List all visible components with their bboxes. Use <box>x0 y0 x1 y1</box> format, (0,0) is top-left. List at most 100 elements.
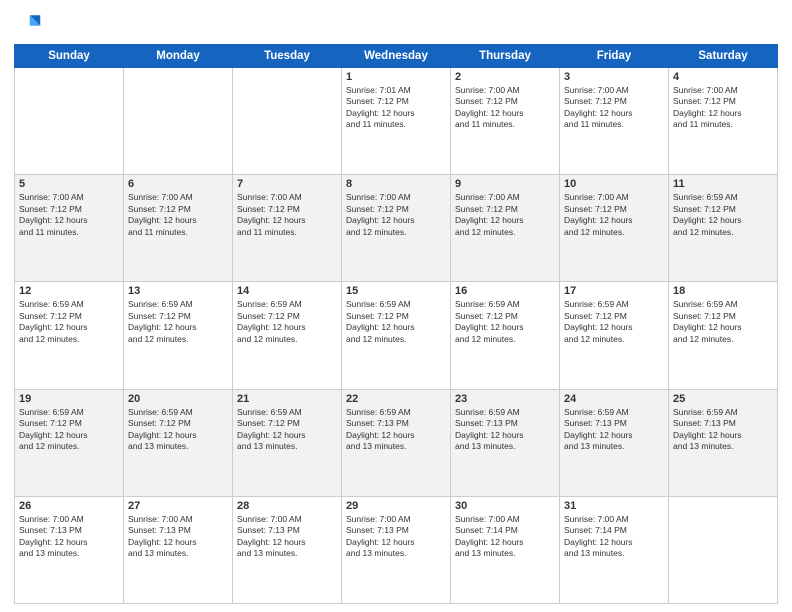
day-info: Sunrise: 7:00 AM Sunset: 7:12 PM Dayligh… <box>455 85 555 131</box>
calendar-cell: 30Sunrise: 7:00 AM Sunset: 7:14 PM Dayli… <box>451 496 560 603</box>
calendar-cell: 28Sunrise: 7:00 AM Sunset: 7:13 PM Dayli… <box>233 496 342 603</box>
day-info: Sunrise: 6:59 AM Sunset: 7:12 PM Dayligh… <box>237 299 337 345</box>
day-number: 24 <box>564 393 664 405</box>
weekday-wednesday: Wednesday <box>342 45 451 68</box>
calendar-cell: 24 Sunrise: 6:59 AM Sunset: 7:13 PM Dayli… <box>560 389 669 496</box>
weekday-saturday: Saturday <box>669 45 778 68</box>
logo <box>14 10 46 38</box>
day-info: Sunrise: 7:00 AM Sunset: 7:13 PM Dayligh… <box>237 514 337 560</box>
calendar-cell: 3Sunrise: 7:00 AM Sunset: 7:12 PM Daylig… <box>560 68 669 175</box>
weekday-monday: Monday <box>124 45 233 68</box>
calendar-cell: 16 Sunrise: 6:59 AM Sunset: 7:12 PM Dayli… <box>451 282 560 389</box>
day-number: 29 <box>346 500 446 512</box>
calendar-cell: 12 Sunrise: 6:59 AM Sunset: 7:12 PM Dayli… <box>15 282 124 389</box>
day-number: 31 <box>564 500 664 512</box>
calendar-cell: 9 Sunrise: 7:00 AM Sunset: 7:12 PM Daylig… <box>451 175 560 282</box>
day-info: Sunrise: 6:59 AM Sunset: 7:12 PM Dayligh… <box>19 299 119 345</box>
day-info: Sunrise: 7:00 AM Sunset: 7:13 PM Dayligh… <box>128 514 228 560</box>
day-number: 2 <box>455 71 555 83</box>
weekday-tuesday: Tuesday <box>233 45 342 68</box>
day-info: Sunrise: 7:00 AM Sunset: 7:12 PM Dayligh… <box>673 85 773 131</box>
calendar-cell <box>233 68 342 175</box>
day-info: Sunrise: 7:00 AM Sunset: 7:12 PM Dayligh… <box>564 192 664 238</box>
weekday-header-row: SundayMondayTuesdayWednesdayThursdayFrid… <box>15 45 778 68</box>
day-number: 17 <box>564 285 664 297</box>
day-number: 8 <box>346 178 446 190</box>
day-info: Sunrise: 6:59 AM Sunset: 7:12 PM Dayligh… <box>346 299 446 345</box>
calendar-cell: 20 Sunrise: 6:59 AM Sunset: 7:12 PM Dayli… <box>124 389 233 496</box>
calendar-row-3: 19 Sunrise: 6:59 AM Sunset: 7:12 PM Dayli… <box>15 389 778 496</box>
day-info: Sunrise: 6:59 AM Sunset: 7:12 PM Dayligh… <box>19 407 119 453</box>
day-number: 19 <box>19 393 119 405</box>
day-info: Sunrise: 7:01 AM Sunset: 7:12 PM Dayligh… <box>346 85 446 131</box>
day-number: 25 <box>673 393 773 405</box>
day-number: 22 <box>346 393 446 405</box>
day-info: Sunrise: 7:00 AM Sunset: 7:12 PM Dayligh… <box>237 192 337 238</box>
day-info: Sunrise: 6:59 AM Sunset: 7:13 PM Dayligh… <box>346 407 446 453</box>
logo-icon <box>14 10 42 38</box>
calendar-cell: 27 Sunrise: 7:00 AM Sunset: 7:13 PM Dayli… <box>124 496 233 603</box>
day-number: 11 <box>673 178 773 190</box>
day-info: Sunrise: 7:00 AM Sunset: 7:13 PM Dayligh… <box>346 514 446 560</box>
day-info: Sunrise: 6:59 AM Sunset: 7:12 PM Dayligh… <box>128 407 228 453</box>
header <box>14 10 778 38</box>
day-info: Sunrise: 6:59 AM Sunset: 7:12 PM Dayligh… <box>673 192 773 238</box>
day-info: Sunrise: 6:59 AM Sunset: 7:12 PM Dayligh… <box>455 299 555 345</box>
day-info: Sunrise: 7:00 AM Sunset: 7:12 PM Dayligh… <box>19 192 119 238</box>
weekday-friday: Friday <box>560 45 669 68</box>
day-info: Sunrise: 6:59 AM Sunset: 7:12 PM Dayligh… <box>237 407 337 453</box>
calendar-row-0: 1 Sunrise: 7:01 AM Sunset: 7:12 PM Daylig… <box>15 68 778 175</box>
calendar-table: SundayMondayTuesdayWednesdayThursdayFrid… <box>14 44 778 604</box>
calendar-row-1: 5Sunrise: 7:00 AM Sunset: 7:12 PM Daylig… <box>15 175 778 282</box>
calendar-cell: 8 Sunrise: 7:00 AM Sunset: 7:12 PM Daylig… <box>342 175 451 282</box>
day-number: 13 <box>128 285 228 297</box>
calendar-cell: 18Sunrise: 6:59 AM Sunset: 7:12 PM Dayli… <box>669 282 778 389</box>
calendar-cell: 22 Sunrise: 6:59 AM Sunset: 7:13 PM Dayli… <box>342 389 451 496</box>
day-number: 12 <box>19 285 119 297</box>
day-number: 3 <box>564 71 664 83</box>
calendar-cell: 19 Sunrise: 6:59 AM Sunset: 7:12 PM Dayli… <box>15 389 124 496</box>
day-info: Sunrise: 7:00 AM Sunset: 7:12 PM Dayligh… <box>455 192 555 238</box>
calendar-cell: 4 Sunrise: 7:00 AM Sunset: 7:12 PM Daylig… <box>669 68 778 175</box>
day-info: Sunrise: 7:00 AM Sunset: 7:14 PM Dayligh… <box>564 514 664 560</box>
day-info: Sunrise: 6:59 AM Sunset: 7:12 PM Dayligh… <box>128 299 228 345</box>
day-number: 7 <box>237 178 337 190</box>
calendar-cell <box>124 68 233 175</box>
day-number: 16 <box>455 285 555 297</box>
day-info: Sunrise: 7:00 AM Sunset: 7:12 PM Dayligh… <box>346 192 446 238</box>
day-number: 9 <box>455 178 555 190</box>
calendar-cell: 26 Sunrise: 7:00 AM Sunset: 7:13 PM Dayli… <box>15 496 124 603</box>
page: SundayMondayTuesdayWednesdayThursdayFrid… <box>0 0 792 612</box>
calendar-cell: 21 Sunrise: 6:59 AM Sunset: 7:12 PM Dayli… <box>233 389 342 496</box>
calendar-cell: 23Sunrise: 6:59 AM Sunset: 7:13 PM Dayli… <box>451 389 560 496</box>
day-info: Sunrise: 6:59 AM Sunset: 7:12 PM Dayligh… <box>564 299 664 345</box>
calendar-row-2: 12 Sunrise: 6:59 AM Sunset: 7:12 PM Dayli… <box>15 282 778 389</box>
day-number: 27 <box>128 500 228 512</box>
calendar-cell: 13 Sunrise: 6:59 AM Sunset: 7:12 PM Dayli… <box>124 282 233 389</box>
calendar-cell <box>15 68 124 175</box>
day-info: Sunrise: 6:59 AM Sunset: 7:12 PM Dayligh… <box>673 299 773 345</box>
day-number: 1 <box>346 71 446 83</box>
calendar-cell: 15Sunrise: 6:59 AM Sunset: 7:12 PM Dayli… <box>342 282 451 389</box>
calendar-cell: 10Sunrise: 7:00 AM Sunset: 7:12 PM Dayli… <box>560 175 669 282</box>
day-info: Sunrise: 6:59 AM Sunset: 7:13 PM Dayligh… <box>564 407 664 453</box>
day-number: 26 <box>19 500 119 512</box>
day-info: Sunrise: 6:59 AM Sunset: 7:13 PM Dayligh… <box>455 407 555 453</box>
calendar-cell: 31 Sunrise: 7:00 AM Sunset: 7:14 PM Dayli… <box>560 496 669 603</box>
day-number: 20 <box>128 393 228 405</box>
day-info: Sunrise: 7:00 AM Sunset: 7:13 PM Dayligh… <box>19 514 119 560</box>
calendar-cell: 11 Sunrise: 6:59 AM Sunset: 7:12 PM Dayli… <box>669 175 778 282</box>
calendar-cell: 5Sunrise: 7:00 AM Sunset: 7:12 PM Daylig… <box>15 175 124 282</box>
calendar-cell <box>669 496 778 603</box>
calendar-cell: 25Sunrise: 6:59 AM Sunset: 7:13 PM Dayli… <box>669 389 778 496</box>
calendar-cell: 29 Sunrise: 7:00 AM Sunset: 7:13 PM Dayli… <box>342 496 451 603</box>
day-number: 14 <box>237 285 337 297</box>
day-info: Sunrise: 7:00 AM Sunset: 7:14 PM Dayligh… <box>455 514 555 560</box>
day-number: 21 <box>237 393 337 405</box>
calendar-cell: 6Sunrise: 7:00 AM Sunset: 7:12 PM Daylig… <box>124 175 233 282</box>
calendar-cell: 7 Sunrise: 7:00 AM Sunset: 7:12 PM Daylig… <box>233 175 342 282</box>
weekday-sunday: Sunday <box>15 45 124 68</box>
day-info: Sunrise: 7:00 AM Sunset: 7:12 PM Dayligh… <box>128 192 228 238</box>
day-number: 4 <box>673 71 773 83</box>
calendar-cell: 14 Sunrise: 6:59 AM Sunset: 7:12 PM Dayli… <box>233 282 342 389</box>
